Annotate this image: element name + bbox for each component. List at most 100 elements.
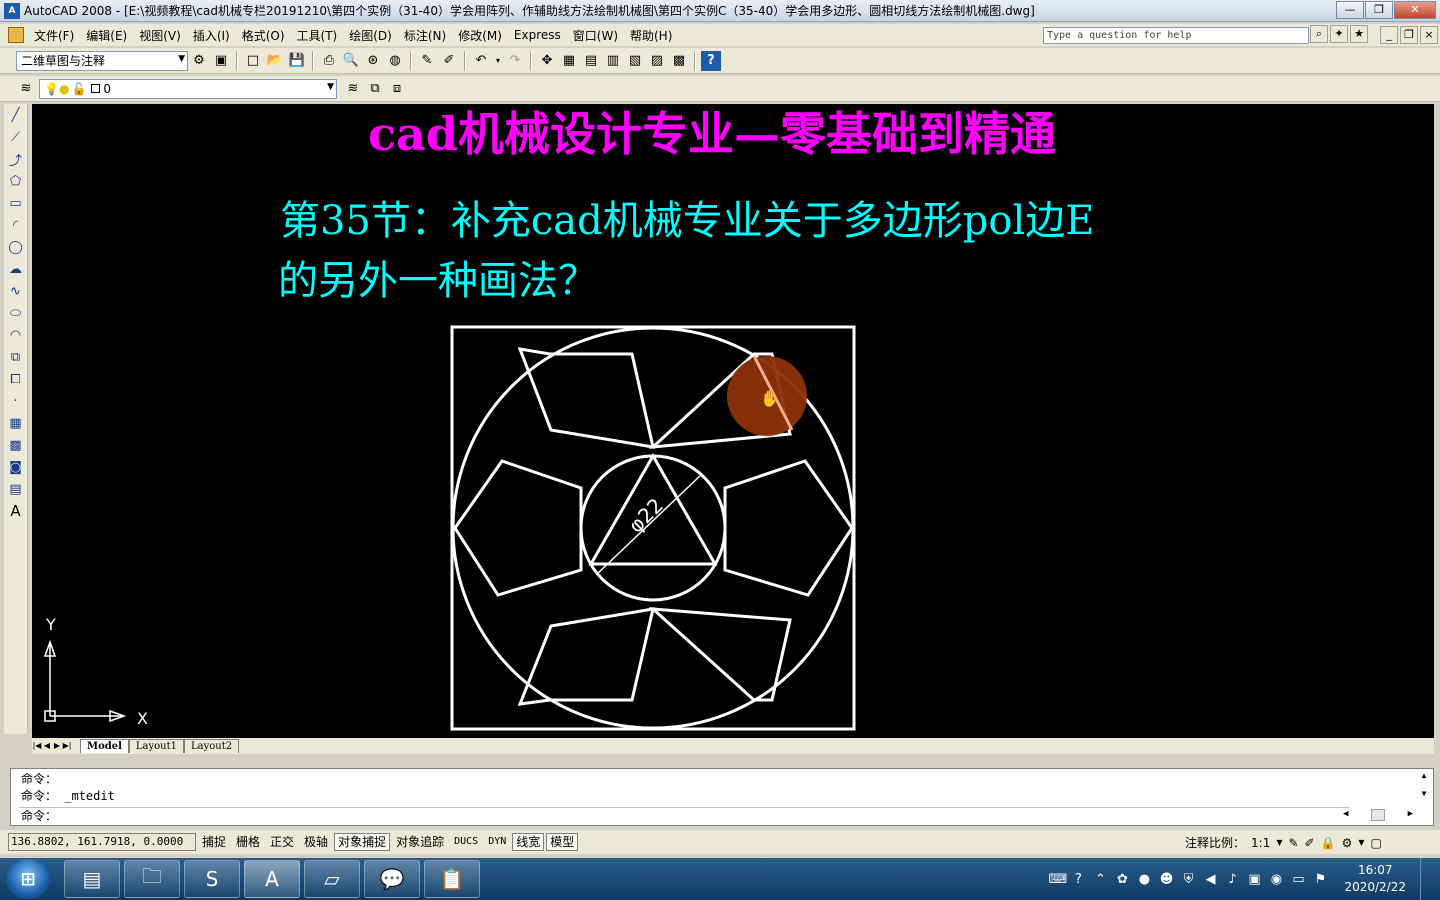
print-preview-icon[interactable]: 🔍: [341, 51, 361, 71]
next-tab-icon[interactable]: ▶: [52, 740, 62, 752]
hatch-icon[interactable]: ▦: [6, 413, 26, 433]
restore-button[interactable]: ❐: [1365, 1, 1393, 19]
gradient-icon[interactable]: ▩: [6, 435, 26, 455]
model-toggle[interactable]: 模型: [546, 833, 579, 851]
polygon-icon[interactable]: ⬠: [6, 171, 26, 191]
open-file-icon[interactable]: 📂: [265, 51, 285, 71]
circle-icon[interactable]: ◯: [6, 237, 26, 257]
clock[interactable]: 16:07 2020/2/22: [1344, 862, 1406, 896]
qq-icon[interactable]: ☻: [1158, 872, 1174, 887]
point-icon[interactable]: ·: [6, 391, 26, 411]
revision-cloud-icon[interactable]: ☁: [6, 259, 26, 279]
file-explorer-icon[interactable]: 🗀: [124, 860, 180, 898]
undo-dropdown-icon[interactable]: ▾: [493, 51, 503, 71]
tray-expand-icon[interactable]: ⌃: [1092, 872, 1108, 887]
command-hscrollbar[interactable]: ◀ ▶: [1343, 809, 1413, 823]
insert-block-icon[interactable]: ⧉: [6, 347, 26, 367]
design-center-icon[interactable]: ▤: [581, 51, 601, 71]
command-input[interactable]: 命令：: [19, 807, 1349, 825]
grid-toggle[interactable]: 栅格: [232, 833, 265, 851]
autocad-app-icon[interactable]: A: [4, 2, 20, 19]
lock-icon[interactable]: 🔒: [1321, 836, 1336, 850]
coordinate-readout[interactable]: 136.8802, 161.7918, 0.0000: [8, 833, 196, 851]
menu-file[interactable]: 文件(F): [28, 27, 80, 44]
calculator-icon[interactable]: ▩: [669, 51, 689, 71]
tab-layout2[interactable]: Layout2: [184, 739, 240, 753]
menu-modify[interactable]: 修改(M): [452, 27, 508, 44]
drawing-canvas[interactable]: cad机械设计专业—零基础到精通 第35节：补充cad机械专业关于多边形pol边…: [32, 104, 1434, 738]
layer-select[interactable]: 💡 ● 🔓 0 ▼: [39, 78, 337, 99]
table-icon[interactable]: ▤: [6, 479, 26, 499]
notebook-app-icon[interactable]: ▱: [304, 860, 360, 898]
start-button[interactable]: ⊞: [6, 859, 50, 899]
3d-dwf-icon[interactable]: ◍: [385, 51, 405, 71]
taskbar-app-icon[interactable]: ▤: [64, 860, 120, 898]
publish-icon[interactable]: ⊛: [363, 51, 383, 71]
region-icon[interactable]: ◙: [6, 457, 26, 477]
menu-window[interactable]: 窗口(W): [567, 27, 624, 44]
notepad-app-icon[interactable]: 📋: [424, 860, 480, 898]
minimize-button[interactable]: —: [1336, 1, 1364, 19]
new-file-icon[interactable]: □: [243, 51, 263, 71]
layer-states-icon[interactable]: ⧈: [387, 79, 407, 99]
polar-toggle[interactable]: 极轴: [300, 833, 333, 851]
chevron-down-icon[interactable]: ▼: [1358, 838, 1364, 847]
autocad-task-icon[interactable]: A: [244, 860, 300, 898]
sogou-app-icon[interactable]: S: [184, 860, 240, 898]
menu-express[interactable]: Express: [508, 28, 567, 42]
rectangle-icon[interactable]: ▭: [6, 193, 26, 213]
flower-icon[interactable]: ✿: [1114, 872, 1130, 887]
match-properties-icon[interactable]: ✎: [417, 51, 437, 71]
snap-toggle[interactable]: 捕捉: [198, 833, 231, 851]
workspace-select[interactable]: 二维草图与注释 ▼: [16, 50, 188, 71]
make-block-icon[interactable]: ⧠: [6, 369, 26, 389]
construction-line-icon[interactable]: ⟋: [6, 127, 26, 147]
layer-current-icon[interactable]: ≋: [343, 79, 363, 99]
first-tab-icon[interactable]: |◀: [32, 740, 42, 752]
menu-draw[interactable]: 绘图(D): [343, 27, 398, 44]
wechat-tray-icon[interactable]: ●: [1136, 872, 1152, 887]
menu-help[interactable]: 帮助(H): [624, 27, 678, 44]
layer-previous-icon[interactable]: ⧉: [365, 79, 385, 99]
undo-icon[interactable]: ↶: [471, 51, 491, 71]
menu-dimension[interactable]: 标注(N): [398, 27, 452, 44]
chevron-down-icon[interactable]: ▼: [1276, 838, 1282, 847]
ducs-toggle[interactable]: DUCS: [450, 833, 483, 851]
action-center-flag-icon[interactable]: ⚑: [1312, 872, 1328, 887]
ellipse-arc-icon[interactable]: ◠: [6, 325, 26, 345]
menu-insert[interactable]: 插入(I): [187, 27, 236, 44]
help-search-input[interactable]: Type a question for help: [1043, 27, 1309, 44]
security-shield-icon[interactable]: ⛨: [1180, 872, 1196, 887]
keyboard-icon[interactable]: ⌨: [1048, 872, 1067, 887]
speaker-icon[interactable]: ◀: [1202, 872, 1218, 887]
arc-icon[interactable]: ◜: [6, 215, 26, 235]
otrack-toggle[interactable]: 对象追踪: [392, 833, 449, 851]
close-button[interactable]: ✕: [1394, 1, 1436, 19]
tab-layout1[interactable]: Layout1: [128, 739, 184, 753]
tab-model[interactable]: Model: [80, 739, 129, 753]
sheet-set-icon[interactable]: ▧: [625, 51, 645, 71]
dyn-toggle[interactable]: DYN: [484, 833, 511, 851]
volume-icon[interactable]: ♪: [1224, 872, 1240, 887]
properties-icon[interactable]: ▦: [559, 51, 579, 71]
print-icon[interactable]: ⎙: [319, 51, 339, 71]
markup-icon[interactable]: ▨: [647, 51, 667, 71]
menu-tools[interactable]: 工具(T): [291, 27, 344, 44]
redo-icon[interactable]: ↷: [505, 51, 525, 71]
wechat-icon[interactable]: 💬: [364, 860, 420, 898]
block-editor-icon[interactable]: ✐: [439, 51, 459, 71]
annotation-scale-value[interactable]: 1:1: [1251, 836, 1270, 850]
save-icon[interactable]: 💾: [287, 51, 307, 71]
menu-view[interactable]: 视图(V): [133, 27, 187, 44]
tray-settings-icon[interactable]: ⚙: [1342, 836, 1353, 850]
multiline-text-icon[interactable]: A: [6, 501, 26, 521]
menu-format[interactable]: 格式(O): [236, 27, 291, 44]
auto-scale-icon[interactable]: ✐: [1305, 836, 1315, 850]
network-icon[interactable]: ◉: [1268, 872, 1284, 887]
tool-palettes-icon[interactable]: ▥: [603, 51, 623, 71]
communication-center-icon[interactable]: ✦: [1330, 25, 1348, 43]
annotation-visibility-icon[interactable]: ✎: [1288, 836, 1298, 850]
layer-manager-icon[interactable]: ≋: [16, 79, 36, 99]
osnap-toggle[interactable]: 对象捕捉: [334, 833, 391, 851]
menu-edit[interactable]: 编辑(E): [80, 27, 133, 44]
